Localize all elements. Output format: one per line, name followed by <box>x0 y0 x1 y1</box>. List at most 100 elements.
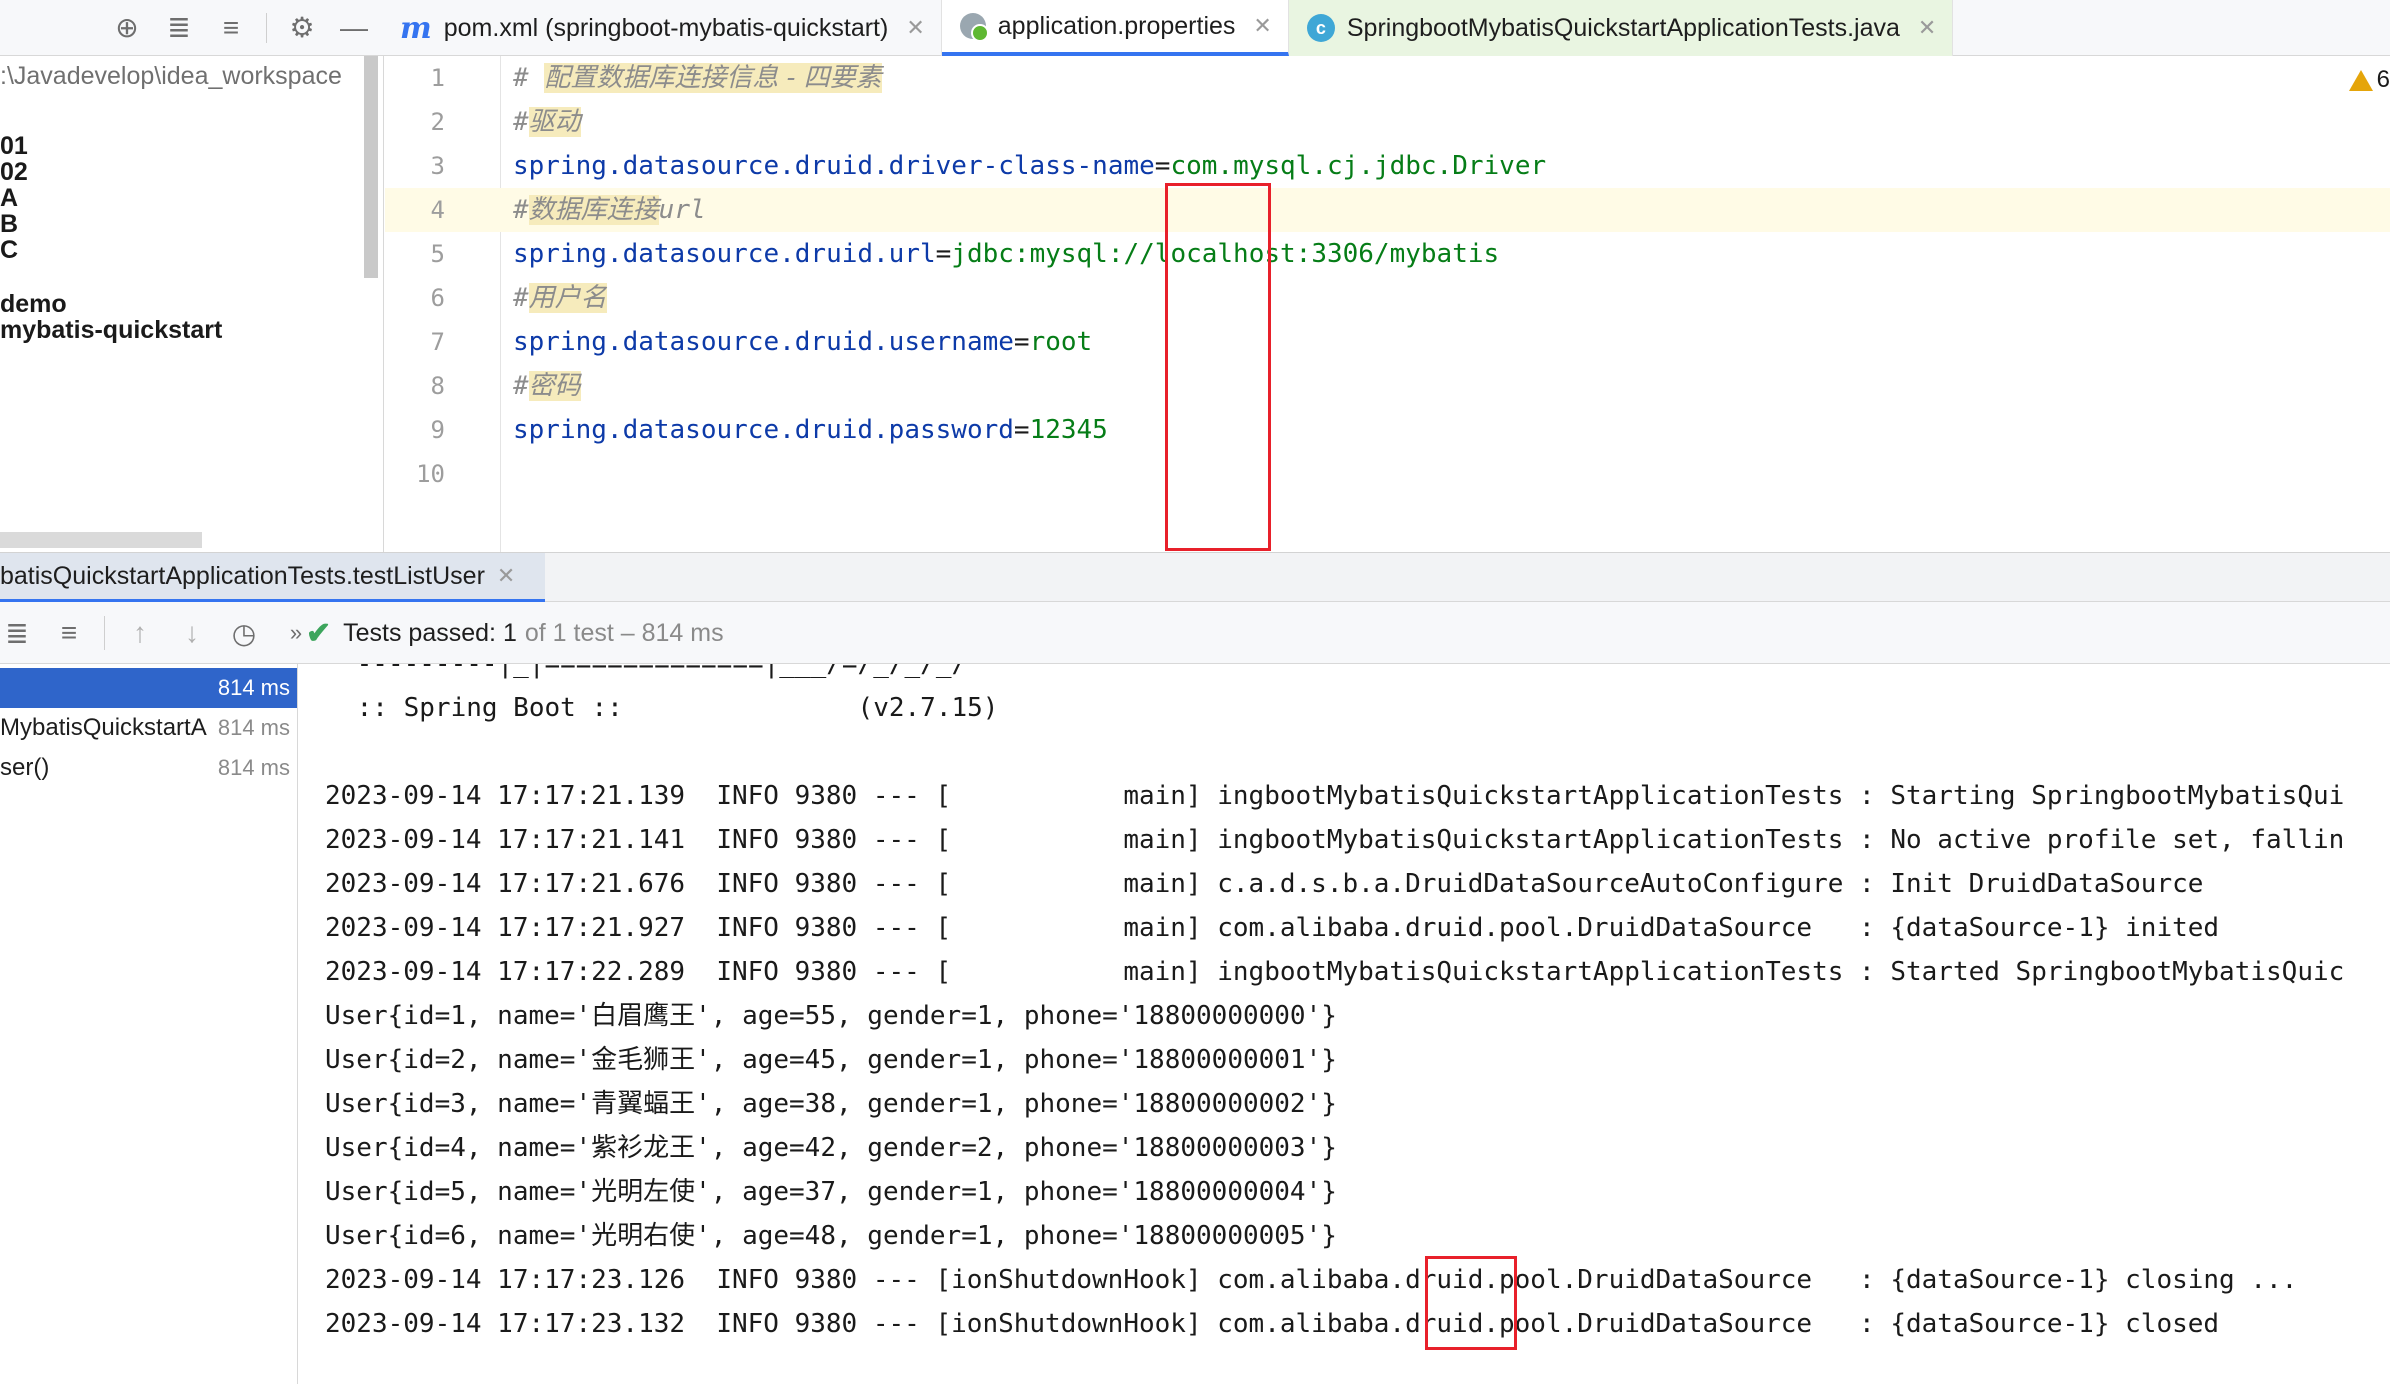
line-number: 10 <box>416 460 445 488</box>
console-output[interactable]: ---------|_|==============|___/=/_/_/_/ … <box>299 664 2390 1384</box>
project-path: :\Javadevelop\idea_workspace <box>0 62 342 90</box>
arrow-up-icon[interactable]: ↑ <box>123 616 157 650</box>
line-number: 7 <box>430 328 445 356</box>
maven-icon: m <box>400 10 432 46</box>
tab-application-properties[interactable]: application.properties ✕ <box>941 0 1289 56</box>
tab-tests-java[interactable]: c SpringbootMybatisQuickstartApplication… <box>1288 0 1954 56</box>
console-line: 2023-09-14 17:17:23.126 INFO 9380 --- [i… <box>325 1265 2298 1295</box>
test-name: MybatisQuickstartA <box>0 714 207 741</box>
tree-item[interactable]: B <box>0 210 18 239</box>
close-icon[interactable]: ✕ <box>1253 13 1271 39</box>
comment-prefix: # <box>513 283 529 313</box>
test-tree-row[interactable]: ser() 814 ms <box>0 748 297 788</box>
test-tree-row[interactable]: MybatisQuickstartA 814 ms <box>0 708 297 748</box>
test-name: ser() <box>0 754 50 781</box>
warning-indicator[interactable]: 6 <box>2348 66 2390 94</box>
tree-item[interactable]: 02 <box>0 158 28 187</box>
tab-label: SpringbootMybatisQuickstartApplicationTe… <box>1346 13 1900 42</box>
line-number: 3 <box>430 152 445 180</box>
warning-icon <box>2348 69 2373 91</box>
console-line: User{id=1, name='白眉鹰王', age=55, gender=1… <box>325 1001 1337 1031</box>
comment-text: 数据库连接 <box>528 195 659 225</box>
test-duration: 814 ms <box>217 715 290 740</box>
property-value: com.mysql.cj.jdbc.Driver <box>1170 151 1547 181</box>
property-key: spring.datasource.druid.url <box>513 239 936 269</box>
line-number: 4 <box>430 196 445 224</box>
run-tab-label: batisQuickstartApplicationTests.testList… <box>0 561 485 590</box>
java-class-icon: c <box>1306 14 1335 42</box>
check-icon: ✔ <box>306 616 332 650</box>
code-line: 5 spring.datasource.druid.url=jdbc:mysql… <box>385 232 2390 276</box>
property-key: spring.datasource.druid.password <box>513 415 1014 445</box>
expand-all-icon[interactable]: ≣ <box>162 11 196 45</box>
code-line: 10 <box>385 452 2390 496</box>
tree-item[interactable]: A <box>0 184 18 213</box>
tab-label: application.properties <box>997 11 1236 40</box>
history-icon[interactable]: ◷ <box>227 616 261 650</box>
comment-prefix: # <box>513 63 545 93</box>
editor-top-bar: ⊕ ≣ ≡ ⚙ — m pom.xml (springboot-mybatis-… <box>0 0 2390 56</box>
collapse-all-icon[interactable]: ≡ <box>52 616 86 650</box>
project-panel: :\Javadevelop\idea_workspace 01 02 A B C… <box>0 56 384 552</box>
tab-pom-xml[interactable]: m pom.xml (springboot-mybatis-quickstart… <box>382 0 942 56</box>
highlight-box <box>1165 183 1271 551</box>
test-status: ✔ Tests passed: 1 of 1 test – 814 ms <box>306 602 724 664</box>
properties-file-icon <box>959 13 989 42</box>
console-line: User{id=5, name='光明左使', age=37, gender=1… <box>325 1177 1337 1207</box>
code-editor[interactable]: 1 # 配置数据库连接信息 - 四要素 2 #驱动 3 spring.datas… <box>385 56 2390 552</box>
property-value: root <box>1029 327 1093 357</box>
close-icon[interactable]: ✕ <box>1918 15 1936 41</box>
expand-all-icon[interactable]: ≣ <box>0 616 34 650</box>
warning-count: 6 <box>2376 66 2390 93</box>
comment-text: 用户名 <box>528 283 607 313</box>
locate-icon[interactable]: ⊕ <box>110 11 144 45</box>
status-detail: of 1 test – 814 ms <box>524 618 724 647</box>
tab-label: pom.xml (springboot-mybatis-quickstart) <box>443 13 889 42</box>
code-line-current: 4 #数据库连接url <box>385 188 2390 232</box>
horizontal-scrollbar[interactable] <box>0 532 202 548</box>
code-line: 8 #密码 <box>385 364 2390 408</box>
collapse-all-icon[interactable]: ≡ <box>214 11 248 45</box>
property-key: spring.datasource.druid.driver-class-nam… <box>513 151 1155 181</box>
code-line: 3 spring.datasource.druid.driver-class-n… <box>385 144 2390 188</box>
close-icon[interactable]: ✕ <box>497 563 515 589</box>
editor-tabs: m pom.xml (springboot-mybatis-quickstart… <box>382 0 1954 56</box>
property-value: 12345 <box>1029 415 1108 445</box>
gear-icon[interactable]: ⚙ <box>285 11 319 45</box>
close-icon[interactable]: ✕ <box>906 15 924 41</box>
console-line: 2023-09-14 17:17:22.289 INFO 9380 --- [ … <box>325 957 2345 987</box>
toolbar-divider <box>266 13 267 43</box>
comment-text: 驱动 <box>528 107 581 137</box>
test-tree-row[interactable]: 814 ms <box>0 668 297 708</box>
toolbar-divider <box>104 616 105 650</box>
tab-run-config[interactable]: batisQuickstartApplicationTests.testList… <box>0 553 545 603</box>
console-line: 2023-09-14 17:17:21.139 INFO 9380 --- [ … <box>325 781 2345 811</box>
comment-tail: url <box>658 195 706 225</box>
console-line: 2023-09-14 17:17:21.927 INFO 9380 --- [ … <box>325 913 2220 943</box>
console-line: 2023-09-14 17:17:21.676 INFO 9380 --- [ … <box>325 869 2204 899</box>
comment-text: 密码 <box>528 371 581 401</box>
project-toolbar: ⊕ ≣ ≡ ⚙ — <box>110 0 371 56</box>
run-toolbar: ≣ ≡ ↑ ↓ ◷ » ✔ Tests passed: 1 of 1 test … <box>0 602 2390 664</box>
minimize-icon[interactable]: — <box>337 11 371 45</box>
code-line: 7 spring.datasource.druid.username=root <box>385 320 2390 364</box>
tree-item[interactable]: mybatis-quickstart <box>0 316 222 345</box>
code-line: 9 spring.datasource.druid.password=12345 <box>385 408 2390 452</box>
property-key: spring.datasource.druid.username <box>513 327 1014 357</box>
console-line: User{id=2, name='金毛狮王', age=45, gender=1… <box>325 1045 1337 1075</box>
tree-item[interactable]: 01 <box>0 132 28 161</box>
console-line: 2023-09-14 17:17:21.141 INFO 9380 --- [ … <box>325 825 2345 855</box>
tree-item[interactable]: C <box>0 236 18 265</box>
tree-item[interactable]: demo <box>0 290 67 319</box>
console-line: 2023-09-14 17:17:23.132 INFO 9380 --- [i… <box>325 1309 2220 1339</box>
arrow-down-icon[interactable]: ↓ <box>175 616 209 650</box>
line-number: 2 <box>430 108 445 136</box>
comment-prefix: # <box>513 107 529 137</box>
test-results-tree: 814 ms MybatisQuickstartA 814 ms ser() 8… <box>0 664 298 1384</box>
code-line: 2 #驱动 <box>385 100 2390 144</box>
test-duration: 814 ms <box>217 755 290 780</box>
console-line: User{id=6, name='光明右使', age=48, gender=1… <box>325 1221 1337 1251</box>
vertical-scrollbar[interactable] <box>364 56 378 278</box>
console-line: ---------|_|==============|___/=/_/_/_/ <box>341 664 968 679</box>
highlight-box <box>1425 1256 1517 1350</box>
